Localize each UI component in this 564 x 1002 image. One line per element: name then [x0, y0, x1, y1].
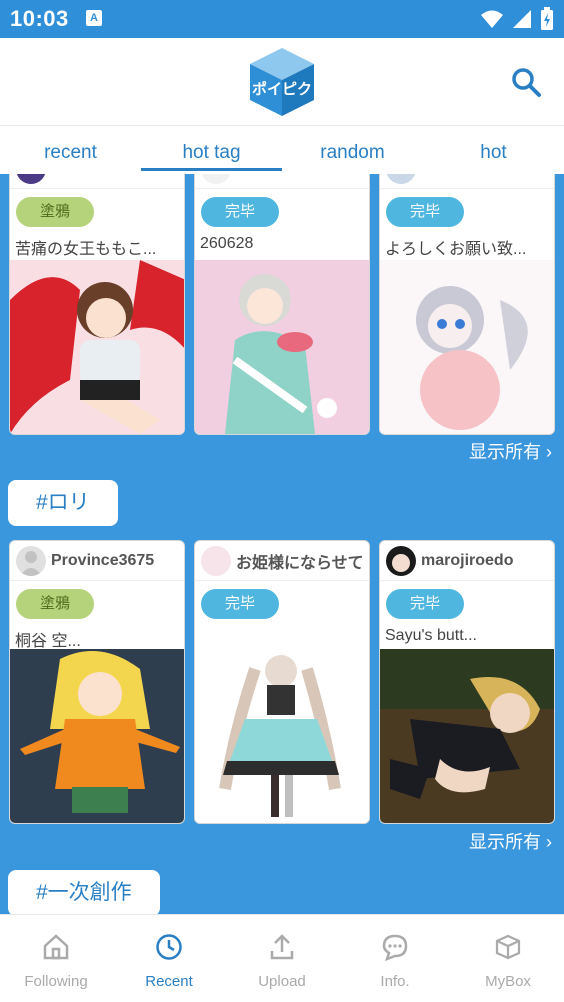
- tab-hot[interactable]: hot: [423, 126, 564, 174]
- nav-upload[interactable]: Upload: [226, 915, 338, 1002]
- category-badge: 塗鴉: [16, 589, 94, 619]
- status-icons: [480, 7, 554, 31]
- nav-following[interactable]: Following: [0, 915, 112, 1002]
- post-title: Sayu's butt...: [385, 627, 477, 644]
- nav-info[interactable]: Info.: [339, 915, 451, 1002]
- card-header: [380, 174, 554, 189]
- home-icon: [43, 934, 69, 960]
- post-title: 苦痛の女王ももこ...: [15, 241, 157, 257]
- card-header: [10, 174, 184, 189]
- nav-mybox[interactable]: MyBox: [452, 915, 564, 1002]
- tab-indicator: [141, 168, 282, 171]
- post-card[interactable]: Province3675 塗鴉 桐谷 空...: [9, 540, 185, 824]
- show-all-link[interactable]: 显示所有 ›: [469, 828, 552, 854]
- post-title: 260628: [200, 235, 254, 252]
- post-thumbnail[interactable]: [10, 260, 185, 434]
- post-title: よろしくお願い致...: [385, 241, 527, 257]
- post-title: [200, 627, 369, 649]
- username: お姫様にならせて: [236, 554, 364, 572]
- upload-icon: [270, 934, 294, 960]
- tag-chip[interactable]: #ロリ: [8, 480, 118, 526]
- card-header: お姫様にならせて: [195, 541, 369, 581]
- post-title: 桐谷 空...: [15, 633, 81, 649]
- bottom-navigation: Following Recent Upload Info. MyBox: [0, 914, 564, 1002]
- card-header: [195, 174, 369, 189]
- svg-text:ポイピク: ポイピク: [252, 80, 312, 98]
- avatar: [201, 174, 231, 184]
- post-card[interactable]: 塗鴉 苦痛の女王ももこ...: [9, 174, 185, 435]
- tab-recent[interactable]: recent: [0, 126, 141, 174]
- wifi-icon: [481, 10, 503, 28]
- post-thumbnail[interactable]: [10, 649, 185, 823]
- post-card[interactable]: marojiroedo 完毕 Sayu's butt...: [379, 540, 555, 824]
- avatar: [201, 545, 231, 576]
- avatar: [16, 174, 46, 184]
- status-bar: 10:03 A: [0, 0, 564, 38]
- card-header: marojiroedo: [380, 541, 554, 581]
- clock-icon: [156, 934, 182, 960]
- nav-label: Following: [24, 973, 88, 990]
- category-badge: 完毕: [201, 589, 279, 619]
- category-badge: 完毕: [386, 589, 464, 619]
- tag-feed[interactable]: 塗鴉 苦痛の女王ももこ... 完毕 260628 完毕 よろしくお願い致... …: [0, 174, 564, 914]
- show-all-link[interactable]: 显示所有 ›: [469, 438, 552, 464]
- post-thumbnail[interactable]: [195, 649, 370, 823]
- post-card[interactable]: 完毕 260628: [194, 174, 370, 435]
- post-thumbnail[interactable]: [380, 260, 555, 434]
- tab-bar: recent hot tag random hot: [0, 126, 564, 174]
- chat-bubble-icon: [382, 934, 408, 961]
- box-icon: [495, 934, 521, 960]
- nav-label: Info.: [380, 973, 410, 990]
- avatar: [386, 545, 416, 576]
- category-badge: 塗鴉: [16, 197, 94, 227]
- avatar: [16, 545, 46, 576]
- tag-chip[interactable]: #一次創作: [8, 870, 160, 914]
- tab-hot-tag[interactable]: hot tag: [141, 126, 282, 174]
- category-badge: 完毕: [201, 197, 279, 227]
- nav-label: MyBox: [485, 973, 531, 990]
- post-card[interactable]: お姫様にならせて 完毕: [194, 540, 370, 824]
- avatar: [386, 174, 416, 184]
- card-header: Province3675: [10, 541, 184, 581]
- username: Province3675: [51, 551, 155, 569]
- battery-icon: [541, 7, 553, 30]
- app-bar: ポイピク: [0, 38, 564, 126]
- category-badge: 完毕: [386, 197, 464, 227]
- post-card[interactable]: 完毕 よろしくお願い致...: [379, 174, 555, 435]
- tab-random[interactable]: random: [282, 126, 423, 174]
- nav-label: Recent: [145, 973, 193, 990]
- post-thumbnail[interactable]: [380, 649, 555, 823]
- username: marojiroedo: [421, 551, 514, 569]
- notification-a-icon: A: [86, 10, 102, 26]
- nav-recent[interactable]: Recent: [113, 915, 225, 1002]
- post-thumbnail[interactable]: [195, 260, 370, 434]
- signal-icon: [513, 10, 531, 28]
- poipiku-logo[interactable]: ポイピク: [246, 46, 318, 118]
- status-time: 10:03: [10, 6, 69, 31]
- nav-label: Upload: [258, 973, 306, 990]
- search-icon[interactable]: [508, 64, 544, 100]
